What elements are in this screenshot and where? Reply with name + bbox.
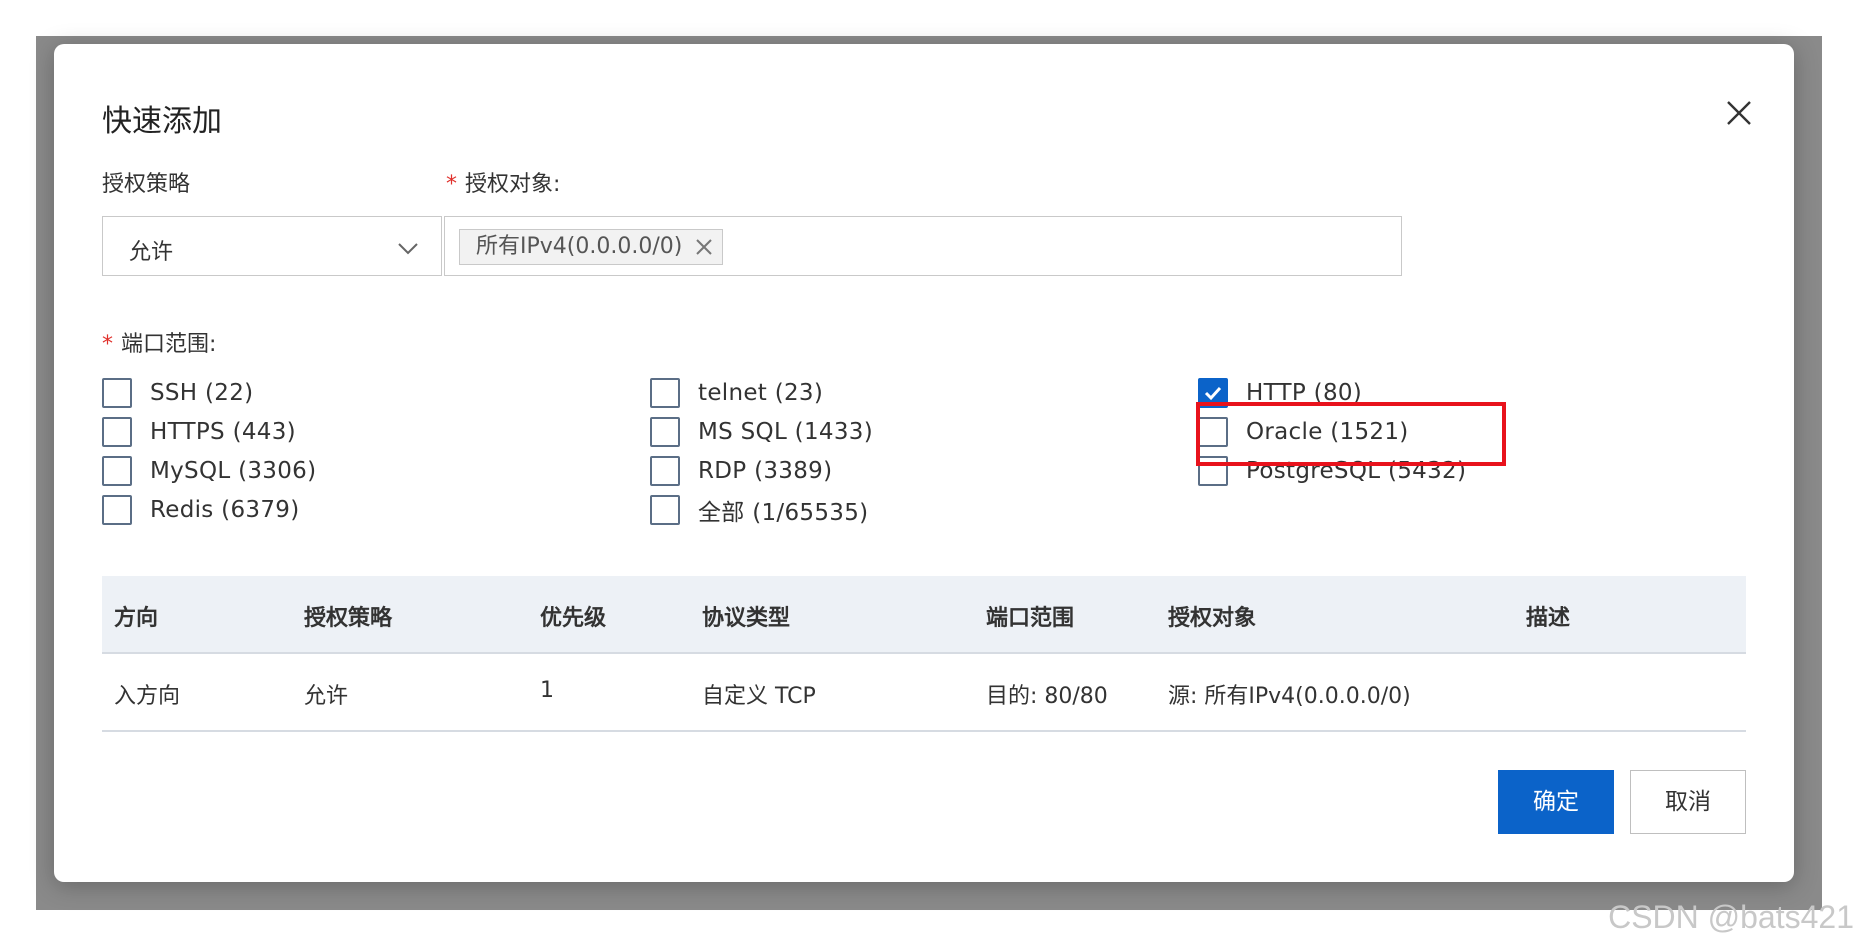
checkbox-box[interactable] [102,456,132,486]
port-checkbox-rdp[interactable]: RDP (3389) [650,455,832,487]
checkbox-box[interactable] [102,417,132,447]
policy-select[interactable]: 允许 [102,216,442,276]
object-tag-input[interactable]: 所有IPv4(0.0.0.0/0) [444,216,1402,276]
quick-add-dialog: 快速添加 授权策略 * 授权对象: 允许 所有IPv4(0.0.0.0/0) * 端… [54,44,1794,882]
cancel-button[interactable]: 取消 [1630,770,1746,834]
checkbox-box[interactable] [650,495,680,525]
table-cell: 目的: 80/80 [986,684,1108,709]
checkbox-label: HTTPS (443) [150,419,296,445]
port-checkbox-ssh[interactable]: SSH (22) [102,377,253,409]
checkbox-box[interactable] [650,456,680,486]
checkbox-label: MySQL (3306) [150,458,317,484]
port-checkbox-telnet[interactable]: telnet (23) [650,377,823,409]
column-header: 优先级 [540,606,607,631]
checkbox-box[interactable] [650,378,680,408]
port-checkbox-https[interactable]: HTTPS (443) [102,416,296,448]
port-checkbox-mssql[interactable]: MS SQL (1433) [650,416,873,448]
close-button[interactable] [1722,96,1756,130]
table-row: 入方向 允许 1 自定义 TCP 目的: 80/80 源: 所有IPv4(0.0… [102,654,1746,732]
port-checkbox-all[interactable]: 全部 (1/65535) [650,494,868,526]
object-tag-label: 所有IPv4(0.0.0.0/0) [476,234,683,259]
checkbox-label: RDP (3389) [698,458,833,484]
object-label-text: 授权对象: [465,172,561,197]
column-header: 协议类型 [702,606,791,631]
checkbox-label: telnet (23) [698,380,824,406]
policy-select-value: 允许 [129,240,174,265]
tag-close-icon[interactable] [694,237,714,257]
check-icon [1204,386,1222,401]
rule-preview-table: 方向 授权策略 优先级 协议类型 端口范围 授权对象 描述 入方向 允许 1 自… [102,576,1746,732]
table-cell: 源: 所有IPv4(0.0.0.0/0) [1168,684,1411,709]
port-checkbox-redis[interactable]: Redis (6379) [102,494,299,526]
table-cell: 1 [540,678,554,703]
column-header: 描述 [1526,606,1571,631]
required-mark: * [102,332,113,357]
chevron-down-icon [398,243,418,255]
watermark: CSDN @bats421 [1608,899,1854,935]
column-header: 方向 [114,606,159,631]
annotation-highlight-box [1196,402,1506,466]
checkbox-box[interactable] [650,417,680,447]
object-tag: 所有IPv4(0.0.0.0/0) [459,229,724,265]
table-cell: 自定义 TCP [702,684,816,709]
checkbox-box[interactable] [102,378,132,408]
checkbox-label: SSH (22) [150,380,254,406]
policy-label: 授权策略 [102,172,191,197]
checkbox-box[interactable] [102,495,132,525]
object-label: * 授权对象: [446,166,560,198]
table-header: 方向 授权策略 优先级 协议类型 端口范围 授权对象 描述 [102,576,1746,654]
close-icon [1727,101,1751,125]
port-checkbox-mysql[interactable]: MySQL (3306) [102,455,316,487]
column-header: 授权策略 [304,606,393,631]
table-cell: 入方向 [114,684,181,709]
checkbox-label: Redis (6379) [150,497,300,523]
checkbox-label: MS SQL (1433) [698,419,873,445]
column-header: 授权对象 [1168,606,1257,631]
checkbox-label: 全部 (1/65535) [698,500,869,526]
port-range-label-text: 端口范围: [121,332,217,357]
column-header: 端口范围 [986,606,1075,631]
dialog-title: 快速添加 [102,104,222,139]
required-mark: * [446,172,457,197]
table-cell: 允许 [304,684,349,709]
confirm-button[interactable]: 确定 [1498,770,1614,834]
port-range-label: * 端口范围: [102,326,216,358]
